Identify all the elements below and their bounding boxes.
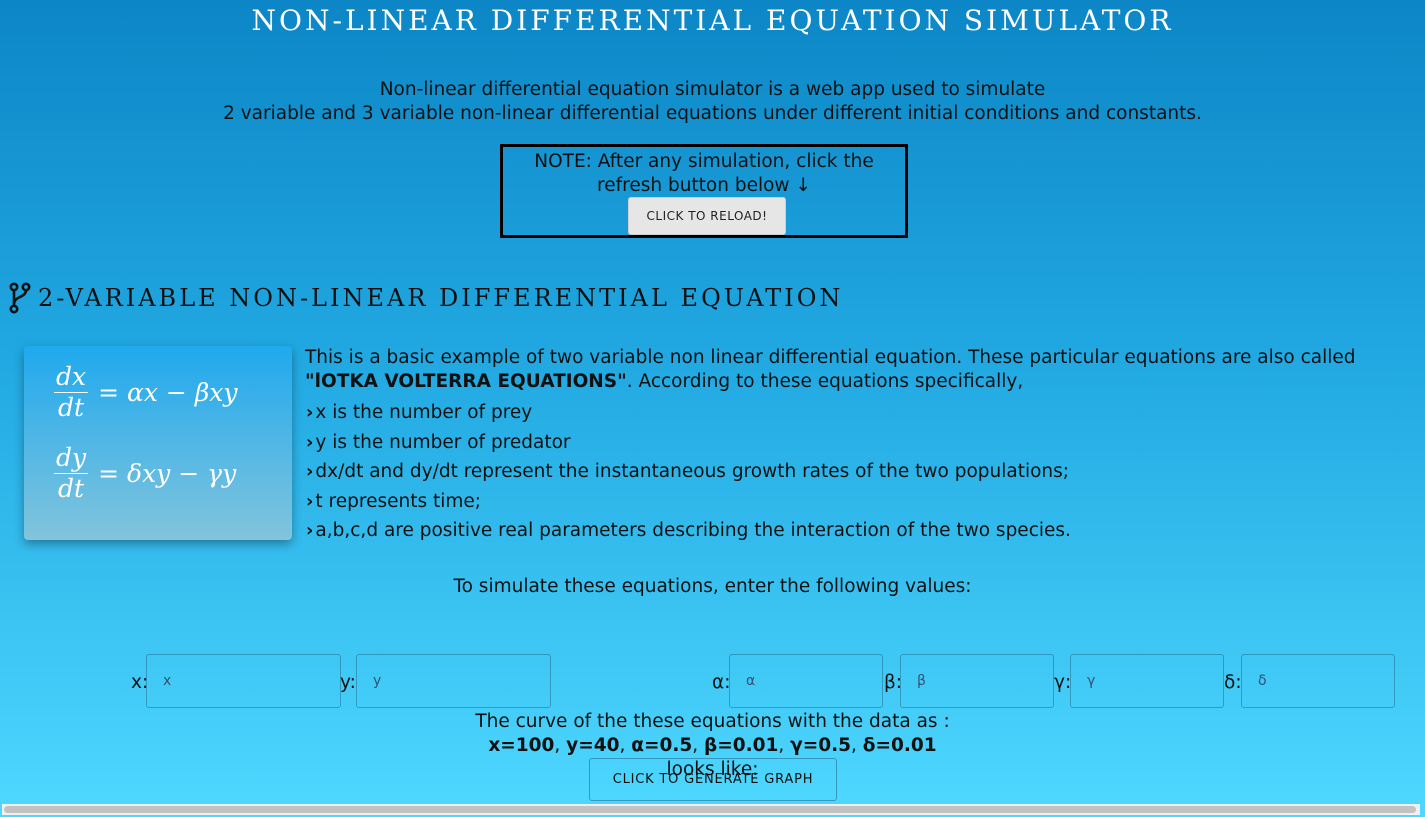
fraction-numerator: dx — [54, 362, 89, 393]
value-delta: δ=0.01 — [862, 735, 937, 756]
reload-button[interactable]: CLICK TO RELOAD! — [628, 197, 786, 235]
equation-card: dx dt = αx − βxy dy dt = δxy − γy — [24, 346, 292, 540]
description-bold-name: "lOTKA VOLTERRA EQUATIONS" — [305, 371, 627, 392]
x-input[interactable] — [146, 654, 341, 708]
list-item: › t represents time; — [306, 487, 1071, 517]
equation-fraction: dx dt — [54, 362, 89, 423]
intro-line-1: Non-linear differential equation simulat… — [379, 79, 1046, 100]
description-intro: This is a basic example of two variable … — [305, 347, 1356, 368]
page-title: NON-LINEAR DIFFERENTIAL EQUATION SIMULAT… — [251, 4, 1174, 37]
chevron-right-icon: › — [306, 520, 314, 542]
alpha-input[interactable] — [729, 654, 883, 708]
beta-input[interactable] — [900, 654, 1054, 708]
chevron-right-icon: › — [306, 431, 314, 453]
note-box: NOTE: After any simulation, click the re… — [500, 144, 908, 238]
description-text: This is a basic example of two variable … — [305, 346, 1425, 394]
description-intro-tail: . According to these equations specifica… — [626, 371, 1024, 392]
intro-line-2: 2 variable and 3 variable non-linear dif… — [223, 103, 1202, 124]
value-alpha: α=0.5 — [631, 735, 693, 756]
branch-icon — [9, 282, 31, 314]
equation-row: dy dt = δxy − γy — [54, 443, 236, 504]
curve-line-1: The curve of the these equations with th… — [475, 711, 950, 732]
value-gamma: γ=0.5 — [790, 735, 852, 756]
equation-rhs: = δxy − γy — [98, 459, 237, 488]
generate-graph-button[interactable]: CLICK TO GENERATE GRAPH — [589, 758, 837, 801]
list-item-text: a,b,c,d are positive real parameters des… — [315, 520, 1071, 542]
delta-input[interactable] — [1241, 654, 1395, 708]
section-title: 2-VARIABLE NON-LINEAR DIFFERENTIAL EQUAT… — [38, 284, 844, 312]
value-beta: β=0.01 — [704, 735, 779, 756]
bullet-list: › x is the number of prey › y is the numbe… — [306, 398, 1071, 546]
equation-fraction: dy dt — [54, 443, 89, 504]
value-y: y=40 — [566, 735, 620, 756]
horizontal-scrollbar[interactable] — [2, 804, 1420, 815]
section-heading: 2-VARIABLE NON-LINEAR DIFFERENTIAL EQUAT… — [8, 280, 843, 316]
gamma-label: γ: — [1054, 672, 1072, 693]
equation-row: dx dt = αx − βxy — [54, 362, 238, 423]
note-text: NOTE: After any simulation, click the re… — [503, 150, 905, 198]
fraction-numerator: dy — [54, 443, 89, 474]
equation-rhs: = αx − βxy — [98, 378, 238, 407]
list-item: › a,b,c,d are positive real parameters de… — [306, 516, 1071, 546]
list-item-text: x is the number of prey — [315, 402, 533, 424]
delta-label: δ: — [1224, 672, 1242, 693]
list-item: › dx/dt and dy/dt represent the instantan… — [306, 457, 1071, 487]
chevron-right-icon: › — [306, 461, 314, 483]
note-line-2: refresh button below ↓ — [597, 175, 811, 196]
note-line-1: NOTE: After any simulation, click the — [534, 151, 874, 172]
chevron-right-icon: › — [306, 402, 314, 424]
list-item: › y is the number of predator — [306, 428, 1071, 458]
alpha-label: α: — [712, 672, 731, 693]
y-label: y: — [340, 672, 356, 693]
fraction-denominator: dt — [58, 393, 85, 422]
simulate-prompt: To simulate these equations, enter the f… — [453, 576, 972, 597]
y-input[interactable] — [356, 654, 551, 708]
intro-text: Non-linear differential equation simulat… — [0, 78, 1425, 126]
chevron-right-icon: › — [306, 490, 314, 512]
scrollbar-thumb[interactable] — [4, 806, 1416, 813]
list-item-text: dx/dt and dy/dt represent the instantane… — [315, 461, 1070, 483]
fraction-denominator: dt — [58, 474, 85, 503]
gamma-input[interactable] — [1070, 654, 1224, 708]
list-item-text: y is the number of predator — [315, 431, 571, 453]
value-x: x=100 — [488, 735, 555, 756]
list-item-text: t represents time; — [315, 490, 482, 512]
list-item: › x is the number of prey — [306, 398, 1071, 428]
